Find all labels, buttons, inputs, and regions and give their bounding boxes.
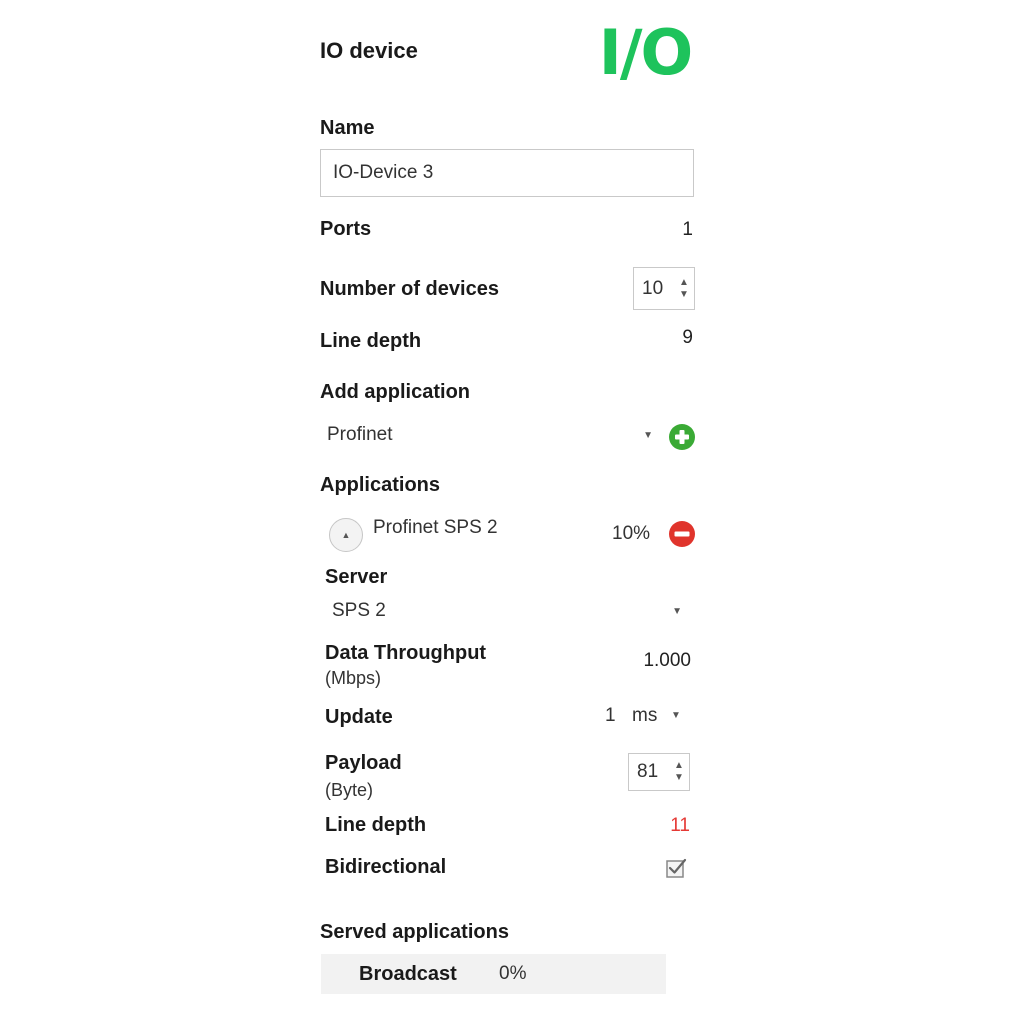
add-application-label: Add application bbox=[320, 381, 470, 403]
chevron-down-icon: ▼ bbox=[643, 430, 653, 441]
minus-circle-icon[interactable] bbox=[668, 520, 696, 548]
server-selected: SPS 2 bbox=[332, 600, 386, 621]
server-label: Server bbox=[325, 566, 388, 588]
name-input[interactable] bbox=[320, 149, 694, 197]
page-title: IO device bbox=[320, 38, 418, 63]
served-application-row: Broadcast 0% bbox=[321, 954, 666, 994]
number-of-devices-label: Number of devices bbox=[320, 278, 499, 300]
update-label: Update bbox=[325, 706, 393, 728]
stepper-down-icon[interactable]: ▼ bbox=[679, 289, 689, 301]
chevron-down-icon: ▼ bbox=[672, 606, 682, 617]
stepper-up-icon[interactable]: ▲ bbox=[679, 277, 689, 289]
data-throughput-label: Data Throughput bbox=[325, 642, 487, 664]
update-value[interactable]: 1 bbox=[605, 705, 616, 727]
served-applications-label: Served applications bbox=[320, 921, 509, 943]
payload-unit: (Byte) bbox=[325, 780, 374, 800]
application-name: Profinet SPS 2 bbox=[373, 517, 498, 538]
number-of-devices-stepper[interactable]: 10 ▲ ▼ bbox=[633, 267, 695, 310]
number-of-devices-value[interactable]: 10 bbox=[634, 278, 674, 300]
bidirectional-checkbox[interactable] bbox=[665, 857, 687, 879]
chevron-up-icon: ▲ bbox=[341, 530, 351, 540]
ports-value: 1 bbox=[682, 219, 693, 240]
applications-label: Applications bbox=[320, 474, 441, 496]
served-application-name: Broadcast bbox=[359, 963, 457, 985]
server-dropdown[interactable]: SPS 2 ▼ bbox=[332, 600, 684, 626]
payload-stepper[interactable]: 81 ▲ ▼ bbox=[628, 753, 690, 791]
line-depth-value: 9 bbox=[682, 327, 693, 348]
application-line-depth-value: 11 bbox=[670, 815, 690, 836]
collapse-application-button[interactable]: ▲ bbox=[329, 518, 363, 552]
name-label: Name bbox=[320, 117, 375, 139]
add-application-selected: Profinet bbox=[327, 424, 393, 445]
update-unit-dropdown[interactable]: ms bbox=[632, 705, 657, 727]
application-line-depth-label: Line depth bbox=[325, 814, 427, 836]
plus-circle-icon[interactable] bbox=[668, 423, 696, 451]
served-application-share: 0% bbox=[499, 963, 527, 984]
data-throughput-value: 1.000 bbox=[643, 650, 691, 671]
payload-label: Payload bbox=[325, 752, 402, 774]
add-application-dropdown[interactable]: Profinet ▼ bbox=[327, 424, 657, 450]
application-share: 10% bbox=[612, 523, 651, 544]
line-depth-label: Line depth bbox=[320, 330, 422, 352]
data-throughput-unit: (Mbps) bbox=[325, 668, 382, 688]
stepper-down-icon[interactable]: ▼ bbox=[674, 772, 684, 784]
io-logo-text: I/O bbox=[599, 22, 691, 82]
bidirectional-label: Bidirectional bbox=[325, 856, 447, 878]
stepper-up-icon[interactable]: ▲ bbox=[674, 760, 684, 772]
payload-value[interactable]: 81 bbox=[629, 761, 669, 783]
chevron-down-icon[interactable]: ▼ bbox=[671, 710, 681, 721]
ports-label: Ports bbox=[320, 218, 372, 240]
io-logo: I/O bbox=[599, 22, 693, 82]
